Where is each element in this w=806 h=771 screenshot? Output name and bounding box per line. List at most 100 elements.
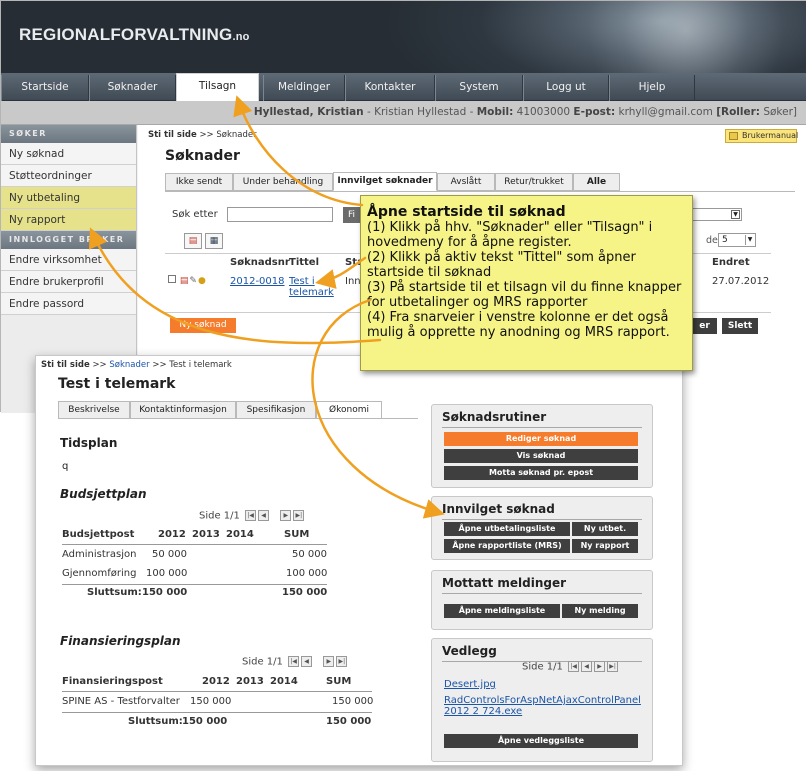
search-input[interactable]: [227, 207, 333, 222]
new-report-button[interactable]: Ny rapport: [572, 539, 638, 553]
callout-line: mulig å opprette ny anodning og MRS rapp…: [367, 325, 670, 340]
nav-system[interactable]: System: [435, 75, 523, 101]
coins-icon[interactable]: ●: [198, 276, 207, 286]
page-size-label: de: [706, 235, 718, 246]
new-message-button[interactable]: Ny melding: [562, 604, 638, 618]
schedule-title: Tidsplan: [60, 436, 118, 450]
tab-okonomi[interactable]: Økonomi: [316, 401, 382, 419]
first-page-icon[interactable]: |◀: [245, 510, 257, 521]
nav-tilsagn[interactable]: Tilsagn: [176, 73, 259, 102]
tabs-divider: [165, 191, 795, 192]
open-payment-list-button[interactable]: Åpne utbetalingsliste: [444, 522, 570, 536]
page-title: Søknader: [165, 148, 240, 164]
prev-page-icon[interactable]: ◀: [301, 656, 313, 667]
tab-innvilget-soknader[interactable]: Innvilget søknader: [333, 172, 437, 191]
panel-granted: Innvilget søknad Åpne utbetalingsliste N…: [431, 496, 653, 560]
financing-table: Finansieringspost 2012 2013 2014 SUM SPI…: [62, 676, 374, 727]
budget-table: Budsjettpost 2012 2013 2014 SUM Administ…: [62, 529, 328, 598]
callout-line: for utbetalinger og MRS rapporter: [367, 295, 588, 310]
financing-pager: Side 1/1 |◀ ◀ ▶ ▶|: [242, 656, 348, 668]
page-size-select[interactable]: 5 ▼: [718, 233, 756, 247]
callout-line: (4) Fra snarveier i venstre kolonne er d…: [367, 310, 669, 325]
schedule-value: q: [62, 461, 69, 472]
breadcrumb: Sti til side >> Søknader >> Test i telem…: [41, 360, 232, 370]
last-page-icon[interactable]: ▶|: [293, 510, 305, 521]
panel-attachments: Vedlegg Side 1/1 |◀ ◀ ▶ ▶| Desert.jpg RadCo…: [431, 638, 653, 762]
sidebar-item-stotteordninger[interactable]: Støtteordninger: [1, 165, 136, 187]
open-attachment-list-button[interactable]: Åpne vedleggsliste: [444, 734, 638, 748]
site-logo[interactable]: REGIONALFORVALTNING.no: [19, 25, 250, 45]
column-header-soknadsnr[interactable]: Søknadsnr: [230, 257, 290, 268]
excel-export-icon[interactable]: ▦: [205, 233, 223, 249]
nav-meldinger[interactable]: Meldinger: [263, 75, 345, 101]
sidebar-item-ny-rapport[interactable]: Ny rapport: [1, 209, 136, 231]
paperclip-icon[interactable]: ✎: [189, 276, 198, 286]
sidebar-item-endre-passord[interactable]: Endre passord: [1, 293, 136, 315]
sidebar-item-endre-brukerprofil[interactable]: Endre brukerprofil: [1, 271, 136, 293]
column-header-tittel[interactable]: Tittel: [289, 257, 319, 268]
prev-page-icon[interactable]: ◀: [581, 661, 593, 672]
callout-title: Åpne startside til søknad: [367, 204, 566, 220]
edit-application-button[interactable]: Rediger søknad: [444, 432, 638, 446]
first-page-icon[interactable]: |◀: [288, 656, 300, 667]
sidebar-item-ny-utbetaling[interactable]: Ny utbetaling: [1, 187, 136, 209]
new-application-button[interactable]: Ny søknad: [170, 318, 236, 333]
callout-line: (3) På startside til et tilsagn vil du f…: [367, 280, 682, 295]
tab-retur-trukket[interactable]: Retur/trukket: [495, 173, 573, 191]
pdf-icon[interactable]: ▤: [180, 276, 190, 286]
panel-title: Vedlegg: [442, 644, 497, 658]
sidebar-item-ny-soknad[interactable]: Ny søknad: [1, 143, 136, 165]
pdf-export-icon[interactable]: ▤: [184, 233, 202, 249]
tab-kontaktinformasjon[interactable]: Kontaktinformasjon: [130, 401, 236, 419]
nav-kontakter[interactable]: Kontakter: [345, 75, 435, 101]
next-page-icon[interactable]: ▶: [594, 661, 606, 672]
tab-ikke-sendt[interactable]: Ikke sendt: [165, 173, 233, 191]
tab-alle[interactable]: Alle: [573, 173, 620, 191]
receive-by-email-button[interactable]: Motta søknad pr. epost: [444, 466, 638, 480]
sidebar-item-endre-virksomhet[interactable]: Endre virksomhet: [1, 249, 136, 271]
attachment-link[interactable]: Desert.jpg: [444, 679, 496, 690]
row-changed-date: 27.07.2012: [712, 276, 770, 287]
page-title: Test i telemark: [58, 376, 176, 392]
nav-logg-ut[interactable]: Logg ut: [523, 75, 609, 101]
table-row-actions: ▤✎●: [168, 275, 207, 286]
row-title-link[interactable]: Test i telemark: [289, 276, 334, 298]
nav-hjelp[interactable]: Hjelp: [609, 75, 695, 101]
callout-line: startside til søknad: [367, 265, 492, 280]
open-message-list-button[interactable]: Åpne meldingsliste: [444, 604, 560, 618]
tab-spesifikasjon[interactable]: Spesifikasjon: [236, 401, 316, 419]
attachment-link[interactable]: RadControlsForAspNetAjaxControlPanel 201…: [444, 695, 644, 717]
view-application-button[interactable]: Vis søknad: [444, 449, 638, 463]
first-page-icon[interactable]: |◀: [568, 661, 580, 672]
attachments-pager: Side 1/1 |◀ ◀ ▶ ▶|: [522, 661, 619, 673]
last-page-icon[interactable]: ▶|: [336, 656, 348, 667]
edit-button[interactable]: er: [692, 318, 717, 334]
user-info-text: Hyllestad, Kristian - Kristian Hyllestad…: [253, 106, 797, 118]
prev-page-icon[interactable]: ◀: [258, 510, 270, 521]
budget-title: Budsjettplan: [60, 487, 147, 501]
next-page-icon[interactable]: ▶: [280, 510, 292, 521]
delete-button[interactable]: Slett: [722, 318, 758, 334]
nav-soknader[interactable]: Søknader: [89, 75, 176, 101]
next-page-icon[interactable]: ▶: [323, 656, 335, 667]
instruction-callout: Åpne startside til søknad (1) Klikk på h…: [360, 195, 693, 371]
panel-divider: [442, 593, 642, 594]
panel-title: Søknadsrutiner: [442, 410, 547, 424]
tab-beskrivelse[interactable]: Beskrivelse: [58, 401, 130, 419]
panel-divider: [442, 519, 642, 520]
column-header-endret[interactable]: Endret: [712, 257, 750, 268]
open-report-list-button[interactable]: Åpne rapportliste (MRS): [444, 539, 570, 553]
table-divider: [62, 544, 327, 545]
row-status: Inn: [345, 276, 361, 287]
callout-line: (2) Klikk på aktiv tekst "Tittel" som åp…: [367, 250, 636, 265]
financing-title: Finansieringsplan: [60, 634, 181, 648]
row-soknadsnr-link[interactable]: 2012-0018: [230, 276, 285, 287]
user-manual-button[interactable]: Brukermanual: [725, 129, 798, 143]
tab-avslatt[interactable]: Avslått: [437, 173, 495, 191]
tab-under-behandling[interactable]: Under behandling: [233, 173, 333, 191]
nav-startside[interactable]: Startside: [1, 75, 89, 101]
row-checkbox[interactable]: [168, 275, 176, 283]
new-payment-button[interactable]: Ny utbet.: [572, 522, 638, 536]
last-page-icon[interactable]: ▶|: [607, 661, 619, 672]
panel-messages: Mottatt meldinger Åpne meldingsliste Ny …: [431, 570, 653, 630]
